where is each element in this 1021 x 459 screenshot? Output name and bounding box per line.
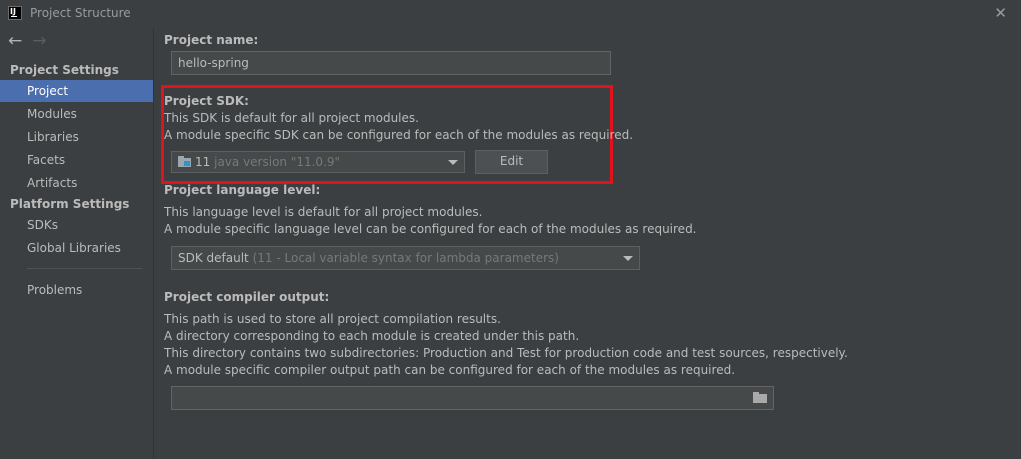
sidebar-item-sdks[interactable]: SDKs [0,214,153,236]
language-level-label: Project language level: [164,183,321,197]
sidebar-item-libraries[interactable]: Libraries [0,126,153,148]
project-name-input[interactable]: hello-spring [171,51,611,75]
language-level-description-2: A module specific language level can be … [164,222,697,236]
language-level-value: SDK default [178,251,249,265]
language-level-dropdown[interactable]: SDK default (11 - Local variable syntax … [171,246,640,270]
language-level-detail: (11 - Local variable syntax for lambda p… [252,251,559,265]
sdk-folder-icon [178,156,191,167]
compiler-output-label: Project compiler output: [164,290,330,304]
forward-arrow-icon[interactable]: → [32,31,46,51]
sidebar-item-problems[interactable]: Problems [0,279,153,301]
sidebar-item-facets[interactable]: Facets [0,149,153,171]
sidebar-item-global-libraries[interactable]: Global Libraries [0,237,153,259]
project-name-label: Project name: [164,33,259,47]
window-title: Project Structure [30,6,131,20]
back-arrow-icon[interactable]: ← [8,31,22,51]
sidebar-item-modules[interactable]: Modules [0,103,153,125]
project-sdk-dropdown[interactable]: 11 java version "11.0.9" [171,151,465,173]
compiler-output-description-2: A directory corresponding to each module… [164,329,580,343]
language-level-description-1: This language level is default for all p… [164,205,483,219]
project-sdk-description-1: This SDK is default for all project modu… [164,111,419,125]
compiler-output-description-4: A module specific compiler output path c… [164,363,736,377]
sidebar-divider [27,268,142,269]
sidebar-item-artifacts[interactable]: Artifacts [0,172,153,194]
platform-settings-header: Platform Settings [10,197,130,211]
close-icon[interactable]: ✕ [994,4,1007,22]
nav-arrows: ← → [8,31,57,51]
project-settings-panel: Project name: hello-spring Project SDK: … [154,28,1021,459]
sdk-version: 11 [195,155,211,169]
intellij-app-icon: IJ [8,6,22,20]
project-sdk-description-2: A module specific SDK can be configured … [164,128,634,142]
compiler-output-description-1: This path is used to store all project c… [164,312,501,326]
edit-sdk-button[interactable]: Edit [475,150,548,174]
chevron-down-icon [623,256,633,261]
compiler-output-path-input[interactable] [171,386,774,410]
sidebar-item-project[interactable]: Project [0,80,153,102]
chevron-down-icon [448,160,458,165]
title-bar: IJ Project Structure ✕ [0,0,1021,28]
project-sdk-label: Project SDK: [164,94,249,108]
compiler-output-description-3: This directory contains two subdirectori… [164,346,848,360]
browse-folder-icon[interactable] [753,392,767,403]
sdk-version-detail: java version "11.0.9" [214,155,341,169]
sidebar: ← → Project Settings Project Modules Libr… [0,28,154,459]
project-settings-header: Project Settings [10,63,119,77]
